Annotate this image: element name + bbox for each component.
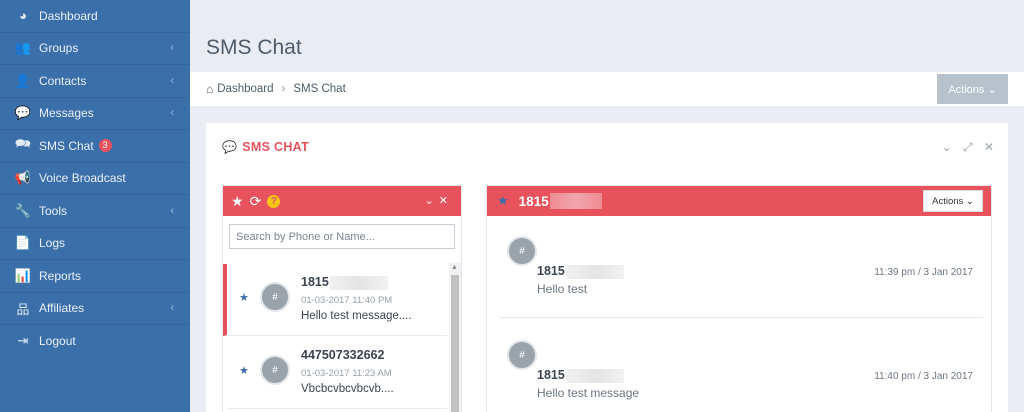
avatar: #: [507, 236, 537, 266]
wrench-icon: 🔧: [14, 202, 32, 218]
conversation-phone: 1815: [518, 193, 549, 209]
conversation-header: ★ 1815: [487, 186, 991, 216]
collapse-close-icons[interactable]: ⌄✕: [425, 194, 453, 207]
sidebar-item-contacts[interactable]: 👤 Contacts ‹: [0, 65, 190, 98]
speech-bubble-icon: 💬: [14, 105, 32, 121]
sign-out-icon: ⇥: [17, 333, 29, 349]
star-icon[interactable]: ★: [239, 364, 249, 377]
panel-title-text: SMS CHAT: [242, 140, 309, 154]
scrollbar-thumb[interactable]: [451, 275, 459, 412]
list-item[interactable]: ★ # 1815 01-03-2017 11:40 PM Hello test …: [223, 264, 447, 336]
scrollbar[interactable]: ▲: [449, 263, 461, 412]
conversation-date: 01-03-2017 11:40 PM: [301, 295, 393, 306]
chevron-left-icon: ‹: [170, 204, 174, 217]
message-item: # 1815 Hello test 11:39 pm / 3 Jan 2017: [499, 222, 983, 318]
breadcrumb: ⌂ Dashboard › SMS Chat: [190, 72, 1024, 106]
chat-bubbles-icon: 🗪: [14, 135, 32, 151]
users-icon: 👥: [14, 40, 32, 56]
sms-chat-panel: 💬 SMS CHAT ⌄ ⤢ ✕ ★ ⟳ ? ⌄✕ ★ # 1815 01-03…: [206, 123, 1008, 412]
chevron-left-icon: ‹: [170, 107, 174, 120]
sidebar: ◕ Dashboard 👥 Groups ‹ 👤 Contacts ‹ 💬 Me…: [0, 0, 190, 412]
sidebar-item-tools[interactable]: 🔧 Tools ‹: [0, 195, 190, 228]
megaphone-icon: 📢: [14, 170, 32, 186]
star-icon[interactable]: ★: [231, 193, 244, 210]
sitemap-icon: 品: [16, 301, 30, 317]
breadcrumb-current: SMS Chat: [293, 83, 346, 95]
sidebar-item-label: SMS Chat: [39, 138, 94, 153]
sidebar-item-affiliates[interactable]: 品 Affiliates ‹: [0, 293, 190, 325]
star-icon[interactable]: ★: [239, 291, 249, 304]
message-time: 11:39 pm / 3 Jan 2017: [874, 267, 973, 278]
conversation-list-header: ★ ⟳ ? ⌄✕: [223, 186, 461, 216]
conversation-phone: 447507332662: [301, 348, 385, 362]
bar-chart-icon: 📊: [14, 267, 32, 283]
sidebar-item-label: Logout: [39, 334, 76, 349]
star-icon[interactable]: ★: [497, 193, 509, 209]
sidebar-item-label: Dashboard: [39, 8, 98, 23]
sidebar-item-reports[interactable]: 📊 Reports: [0, 260, 190, 293]
chevron-left-icon: ‹: [170, 302, 174, 315]
conversation-preview: Vbcbcvbcvbcvb....: [301, 383, 394, 395]
conversation-preview: Hello test message....: [301, 310, 412, 322]
panel-tools[interactable]: ⌄ ⤢ ✕: [942, 140, 998, 155]
sidebar-item-label: Voice Broadcast: [39, 171, 126, 186]
redacted-digits: [549, 193, 602, 209]
sidebar-item-label: Tools: [39, 203, 68, 218]
avatar: #: [260, 282, 290, 312]
page-title: SMS Chat: [206, 36, 302, 59]
scroll-up-icon[interactable]: ▲: [451, 264, 458, 271]
message-time: 11:40 pm / 3 Jan 2017: [874, 371, 973, 382]
help-icon[interactable]: ?: [267, 194, 281, 208]
panel-title: 💬 SMS CHAT: [222, 140, 309, 154]
sidebar-item-logs[interactable]: 📄 Logs: [0, 228, 190, 260]
sidebar-item-dashboard[interactable]: ◕ Dashboard: [0, 0, 190, 33]
sidebar-item-label: Reports: [39, 268, 82, 283]
chevron-left-icon: ‹: [170, 42, 174, 55]
document-icon: 📄: [14, 235, 32, 251]
avatar: #: [260, 355, 290, 385]
sidebar-item-groups[interactable]: 👥 Groups ‹: [0, 33, 190, 65]
user-icon: 👤: [14, 72, 32, 88]
page-actions-button[interactable]: Actions ⌄: [937, 74, 1008, 104]
search-input[interactable]: [229, 224, 455, 249]
chat-icon: 💬: [222, 140, 238, 154]
conversation-phone: 1815: [301, 275, 388, 290]
dashboard-icon: ◕: [19, 8, 27, 24]
redacted-digits: [329, 275, 388, 290]
conversation-date: 01-03-2017 11:23 AM: [301, 368, 392, 379]
sidebar-item-label: Logs: [39, 236, 66, 251]
message-sender: 1815: [537, 264, 624, 279]
sidebar-item-logout[interactable]: ⇥ Logout: [0, 325, 190, 358]
sidebar-item-label: Affiliates: [39, 301, 85, 316]
breadcrumb-dashboard-link[interactable]: Dashboard: [217, 83, 273, 95]
redacted-digits: [565, 368, 624, 383]
chevron-left-icon: ‹: [170, 74, 174, 87]
sidebar-item-voice-broadcast[interactable]: 📢 Voice Broadcast: [0, 163, 190, 195]
breadcrumb-separator-icon: ›: [281, 83, 286, 95]
sidebar-item-label: Groups: [39, 41, 79, 56]
avatar: #: [507, 340, 537, 370]
refresh-icon[interactable]: ⟳: [250, 193, 262, 210]
list-item[interactable]: ★ # 447507332662 01-03-2017 11:23 AM Vbc…: [227, 337, 447, 409]
sidebar-item-sms-chat[interactable]: 🗪 SMS Chat 3: [0, 130, 190, 163]
sidebar-item-messages[interactable]: 💬 Messages ‹: [0, 98, 190, 130]
unread-count-badge: 3: [98, 139, 112, 153]
home-icon[interactable]: ⌂: [206, 82, 213, 96]
conversation-view: ★ 1815 Actions ⌄ # 1815 Hello test 11:39…: [486, 185, 992, 412]
sidebar-item-label: Messages: [39, 106, 94, 121]
conversation-list: ★ ⟳ ? ⌄✕ ★ # 1815 01-03-2017 11:40 PM He…: [222, 185, 462, 412]
sidebar-item-label: Contacts: [39, 73, 87, 88]
message-text: Hello test message: [537, 386, 640, 400]
message-text: Hello test: [537, 282, 588, 296]
message-item: # 1815 Hello test message 11:40 pm / 3 J…: [499, 326, 983, 412]
main-content: SMS Chat ⌂ Dashboard › SMS Chat Actions …: [190, 0, 1024, 412]
message-sender: 1815: [537, 368, 624, 383]
conversation-actions-button[interactable]: Actions ⌄: [923, 190, 983, 212]
redacted-digits: [565, 264, 624, 279]
